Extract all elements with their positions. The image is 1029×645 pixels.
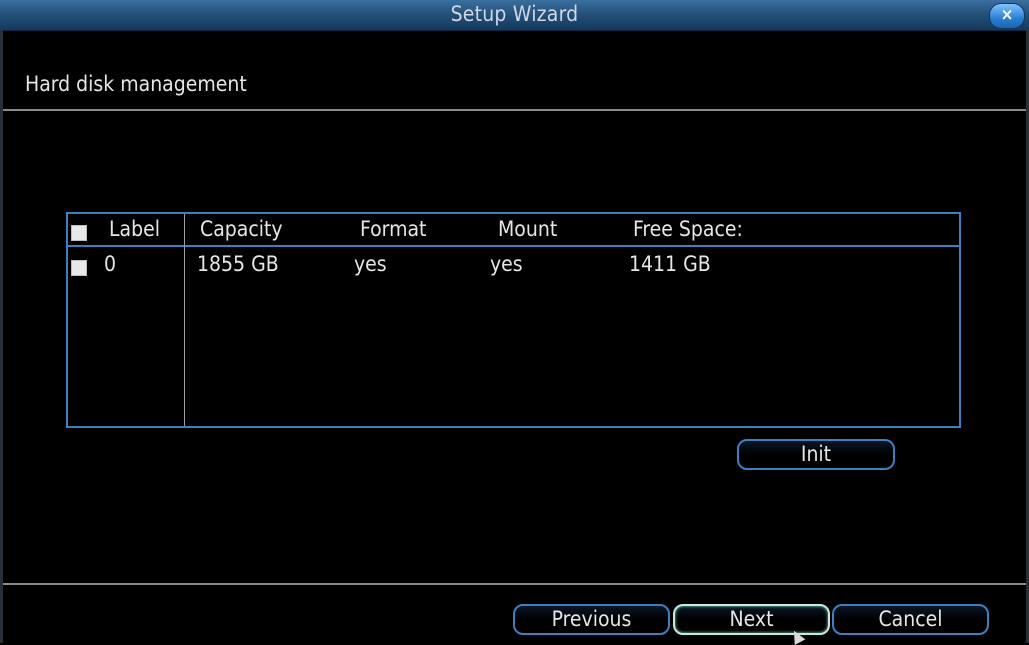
header-capacity: Capacity (200, 217, 283, 241)
window-border-left (0, 30, 3, 643)
close-icon: × (1000, 5, 1014, 25)
column-separator (184, 214, 185, 426)
previous-button[interactable]: Previous (513, 604, 670, 635)
window-title: Setup Wizard (450, 2, 579, 26)
row-checkbox[interactable] (71, 260, 87, 276)
divider-top (3, 109, 1026, 111)
title-bar: Setup Wizard × (0, 0, 1029, 31)
cell-free-space: 1411 GB (629, 252, 711, 276)
cell-capacity: 1855 GB (197, 252, 279, 276)
next-button[interactable]: Next (673, 604, 830, 635)
cancel-button[interactable]: Cancel (832, 604, 989, 635)
close-button[interactable]: × (989, 3, 1025, 29)
init-button[interactable]: Init (737, 439, 895, 470)
divider-bottom (3, 583, 1026, 585)
cell-mount: yes (490, 252, 523, 276)
section-title: Hard disk management (25, 72, 247, 96)
header-free-space: Free Space: (633, 217, 743, 241)
header-mount: Mount (498, 217, 558, 241)
header-format: Format (360, 217, 427, 241)
disk-table: Label Capacity Format Mount Free Space: … (66, 212, 961, 428)
select-all-checkbox[interactable] (71, 225, 87, 241)
cell-label: 0 (104, 252, 117, 276)
cell-format: yes (354, 252, 387, 276)
header-label: Label (109, 217, 160, 241)
